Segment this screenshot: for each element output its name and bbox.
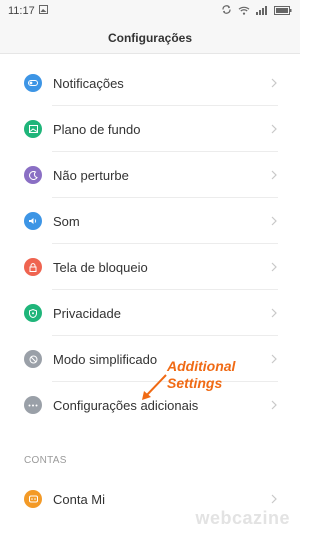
section-header-accounts: CONTAS [0,440,300,470]
setting-notificacoes[interactable]: Notificações [0,60,300,106]
chevron-right-icon [270,78,278,88]
chevron-right-icon [270,216,278,226]
chevron-right-icon [270,124,278,134]
status-bar: 11:17 [0,0,300,22]
chevron-right-icon [270,494,278,504]
speaker-icon [24,212,42,230]
annotation-text: Additional Settings [167,358,235,392]
setting-label: Privacidade [53,305,121,321]
moon-icon [24,166,42,184]
signal-icon [256,2,268,20]
gallery-notification-icon [38,5,48,17]
sync-icon [221,2,232,20]
account-label: Conta Mi [53,491,106,507]
toggle-icon [24,74,42,92]
lock-icon [24,258,42,276]
image-icon [24,120,42,138]
chevron-right-icon [270,308,278,318]
setting-label: Plano de fundo [53,121,141,137]
setting-label: Não perturbe [53,167,129,183]
arrow-icon [142,374,167,400]
settings-list: Notificações Plano de fundo Não perturbe… [0,54,300,522]
section-title: CONTAS [24,455,67,466]
annotation-additional-settings: Additional Settings [140,358,290,408]
shield-icon [24,304,42,322]
chevron-right-icon [270,262,278,272]
nosign-icon [24,350,42,368]
annotation-line1: Additional [167,358,236,374]
setting-plano-de-fundo[interactable]: Plano de fundo [0,106,300,152]
wifi-icon [238,2,250,20]
setting-nao-perturbe[interactable]: Não perturbe [0,152,300,198]
setting-privacidade[interactable]: Privacidade [0,290,300,336]
more-icon [24,396,42,414]
setting-som[interactable]: Som [0,198,300,244]
mi-icon [24,490,42,508]
battery-icon [274,2,292,20]
page-title: Configurações [107,30,192,45]
setting-label: Notificações [53,75,124,91]
watermark: webcazine [195,508,290,528]
setting-label: Som [53,213,80,229]
status-time: 11:17 [8,5,35,17]
title-bar: Configurações [0,22,300,54]
setting-label: Tela de bloqueio [53,259,148,275]
chevron-right-icon [270,170,278,180]
status-left: 11:17 [8,5,48,17]
setting-tela-de-bloqueio[interactable]: Tela de bloqueio [0,244,300,290]
status-right [221,2,292,20]
annotation-line2: Settings [167,375,223,391]
